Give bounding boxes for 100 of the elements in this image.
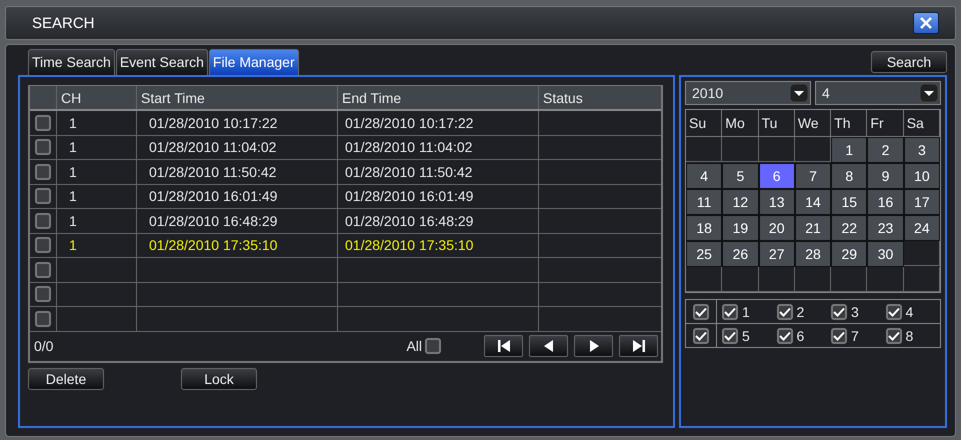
calendar-day[interactable]: 9 [867,163,904,189]
checkbox[interactable] [35,310,51,327]
calendar-day[interactable]: 13 [758,189,795,215]
tab[interactable]: Time Search [28,49,115,75]
year-dropdown[interactable]: 2010 [685,81,811,105]
channel-checkbox[interactable] [831,304,847,320]
calendar-day[interactable]: 3 [904,137,940,163]
skip-forward-icon [630,339,646,353]
calendar-day[interactable]: 16 [867,189,904,215]
calendar-day[interactable]: 2 [867,137,904,163]
calendar-day[interactable]: 28 [794,241,832,267]
calendar-day[interactable]: 15 [831,189,868,215]
month-dropdown[interactable]: 4 [815,81,941,105]
table-cell: 1 [69,114,77,131]
calendar-blank-cell [758,267,795,292]
all-label: All [406,338,422,354]
channel-checkbox[interactable] [722,328,738,344]
first-page-button[interactable] [484,335,523,357]
checkbox[interactable] [35,237,51,254]
table-cell: 01/28/2010 17:35:10 [149,237,278,254]
calendar-day[interactable]: 6 [758,163,795,189]
calendar-blank-cell [722,137,759,162]
table-cell: 1 [69,188,77,204]
table-cell: 01/28/2010 17:35:10 [345,237,474,254]
calendar-day[interactable]: 19 [722,215,759,241]
calendar-day[interactable]: 29 [831,241,868,267]
lock-button[interactable]: Lock [181,368,257,390]
channel-all-checkbox[interactable] [693,304,709,320]
calendar-day[interactable]: 23 [867,215,904,241]
calendar-blank-cell [794,137,832,162]
last-page-button[interactable] [619,335,658,357]
channel-checkbox[interactable] [831,328,847,344]
checkbox[interactable] [35,114,51,131]
checkbox[interactable] [35,188,51,204]
calendar-day[interactable]: 24 [904,215,940,241]
channel-label: 3 [851,304,859,320]
calendar-day[interactable]: 5 [722,163,759,189]
table-cell: 01/28/2010 11:04:02 [345,139,472,156]
previous-page-button[interactable] [529,335,568,357]
checkbox[interactable] [35,286,51,302]
calendar-day[interactable]: 7 [794,163,832,189]
table-cell: 1 [69,139,77,156]
table-cell: 01/28/2010 16:01:49 [345,188,474,204]
channel-label: 2 [796,304,804,320]
calendar-day[interactable]: 21 [794,215,832,241]
channel-checkbox[interactable] [776,304,792,320]
tab[interactable]: Event Search [116,49,208,75]
checkbox[interactable] [35,262,51,278]
select-all-checkbox[interactable] [425,338,441,354]
table-cell: 01/28/2010 16:48:29 [345,212,474,229]
calendar-day[interactable]: 30 [867,241,904,267]
table-cell: 01/28/2010 11:50:42 [345,164,472,180]
channel-label: 8 [906,328,914,344]
calendar-day[interactable]: 10 [904,163,940,189]
channel-checkbox[interactable] [886,304,902,320]
channel-label: 7 [851,328,859,344]
table-cell: 01/28/2010 10:17:22 [149,114,278,131]
column-header: CH [57,86,137,109]
table-cell: 1 [69,237,77,254]
channel-checkbox[interactable] [776,328,792,344]
channel-checkbox[interactable] [886,328,902,344]
page-counter: 0/0 [34,338,54,354]
calendar-blank-cell [867,267,904,292]
tab[interactable]: File Manager [208,49,299,75]
table-cell: 01/28/2010 10:17:22 [345,114,474,131]
checkbox[interactable] [35,139,51,156]
checkbox[interactable] [35,212,51,229]
calendar-day[interactable]: 25 [686,241,722,267]
table-cell: 01/28/2010 16:48:29 [149,212,278,229]
skip-back-icon [496,339,512,353]
calendar-day[interactable]: 26 [722,241,759,267]
calendar-day[interactable]: 1 [831,137,868,163]
channel-label: 4 [906,304,914,320]
calendar-day[interactable]: 17 [904,189,940,215]
checkbox[interactable] [35,164,51,180]
column-header: End Time [338,86,539,109]
calendar-day[interactable]: 12 [722,189,759,215]
table-cell: 01/28/2010 11:50:42 [149,164,276,180]
calendar-day[interactable]: 4 [686,163,722,189]
channel-checkbox[interactable] [722,304,738,320]
calendar-blank-cell [904,241,940,266]
channel-label: 5 [742,328,750,344]
calendar-blank-cell [686,137,722,162]
table-cell: 01/28/2010 11:04:02 [149,139,276,156]
calendar-day[interactable]: 11 [686,189,722,215]
calendar-blank-cell [722,267,759,292]
calendar-day[interactable]: 8 [831,163,868,189]
channel-all-checkbox[interactable] [693,328,709,344]
calendar-day[interactable]: 14 [794,189,832,215]
calendar-day[interactable]: 20 [758,215,795,241]
next-page-button[interactable] [574,335,613,357]
delete-button[interactable]: Delete [28,368,104,390]
calendar-day[interactable]: 22 [831,215,868,241]
calendar-day[interactable]: 27 [758,241,795,267]
search-button[interactable]: Search [871,51,947,73]
calendar-blank-cell [794,267,832,292]
close-button[interactable] [913,12,939,34]
calendar-day[interactable]: 18 [686,215,722,241]
window-title: SEARCH [32,14,96,32]
table-cell: 1 [69,212,77,229]
